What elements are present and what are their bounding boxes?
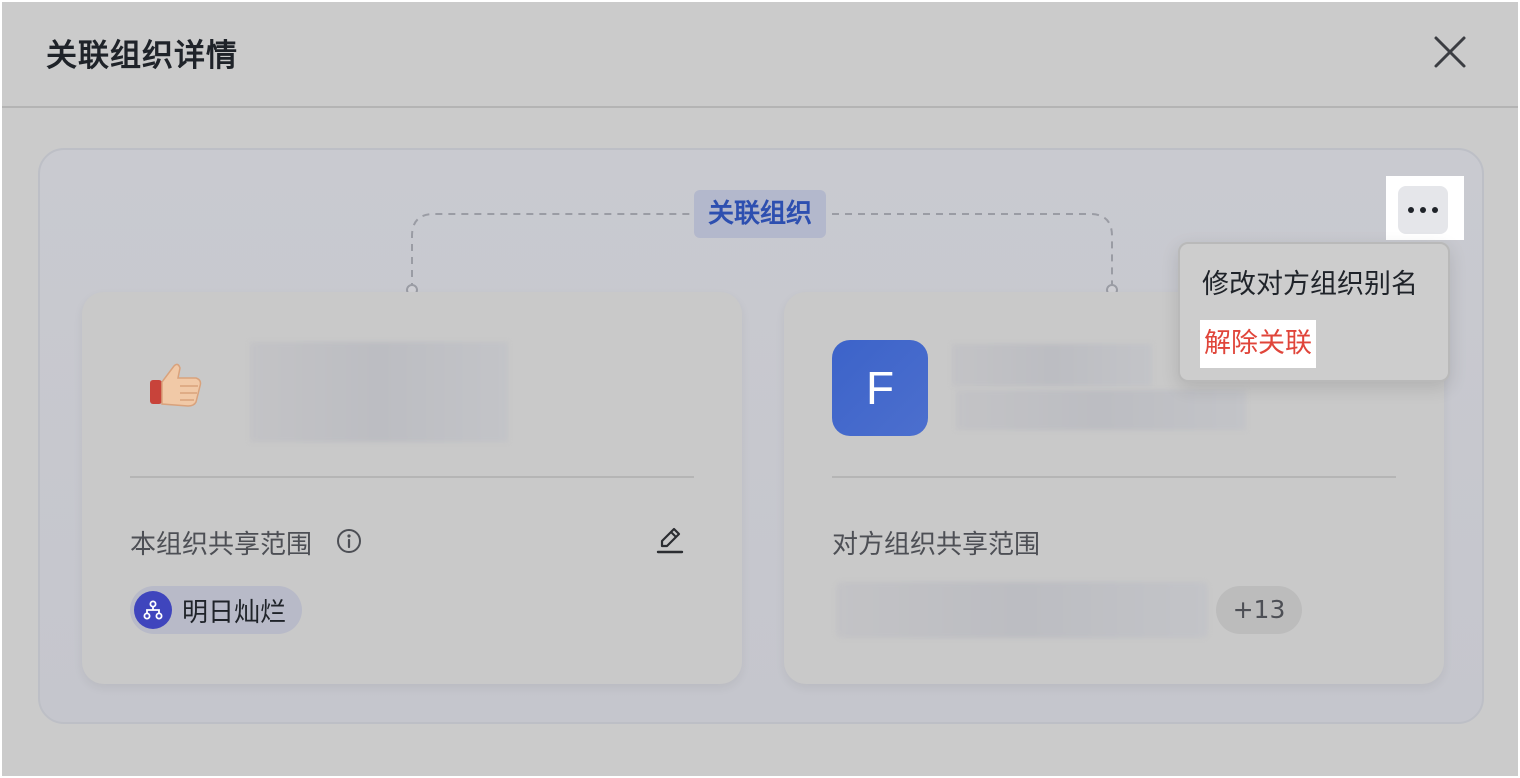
divider xyxy=(832,476,1396,478)
relation-label: 关联组织 xyxy=(694,190,827,238)
partner-scope-members-redacted xyxy=(836,582,1208,638)
more-icon[interactable] xyxy=(1398,186,1448,234)
more-members-badge[interactable]: +13 xyxy=(1216,586,1302,634)
own-org-card: 本组织共享范围 明日灿烂 xyxy=(82,292,742,684)
menu-item-rename-partner[interactable]: 修改对方组织别名 xyxy=(1202,262,1418,301)
dialog-title: 关联组织详情 xyxy=(46,38,238,74)
partner-org-name-redacted xyxy=(952,344,1152,386)
menu-item-unlink[interactable]: 解除关联 xyxy=(1200,320,1316,368)
info-icon[interactable] xyxy=(336,528,362,554)
more-menu: 修改对方组织别名 解除关联 xyxy=(1178,242,1450,382)
scope-chip[interactable]: 明日灿烂 xyxy=(130,586,303,634)
relation-card: 关联组织 本组织共享范围 明日灿烂 F 对方组织共享范围 +13 xyxy=(38,148,1484,724)
close-icon[interactable] xyxy=(1430,32,1470,72)
org-relation-dialog: 关联组织详情 关联组织 本组织共享范围 明日灿烂 F 对方组织共享范围 +13 … xyxy=(2,2,1518,776)
more-button-highlight xyxy=(1386,176,1464,240)
own-org-name-redacted xyxy=(250,342,508,442)
partner-org-avatar: F xyxy=(832,340,928,436)
org-structure-icon xyxy=(134,591,172,629)
scope-chip-label: 明日灿烂 xyxy=(182,597,287,628)
divider xyxy=(130,476,694,478)
dialog-header: 关联组织详情 xyxy=(2,2,1518,108)
partner-org-subtitle-redacted xyxy=(956,390,1246,430)
partner-scope-label: 对方组织共享范围 xyxy=(832,530,1041,560)
own-scope-label: 本组织共享范围 xyxy=(130,530,313,560)
thumbs-up-icon xyxy=(144,352,208,416)
edit-icon[interactable] xyxy=(654,524,686,556)
